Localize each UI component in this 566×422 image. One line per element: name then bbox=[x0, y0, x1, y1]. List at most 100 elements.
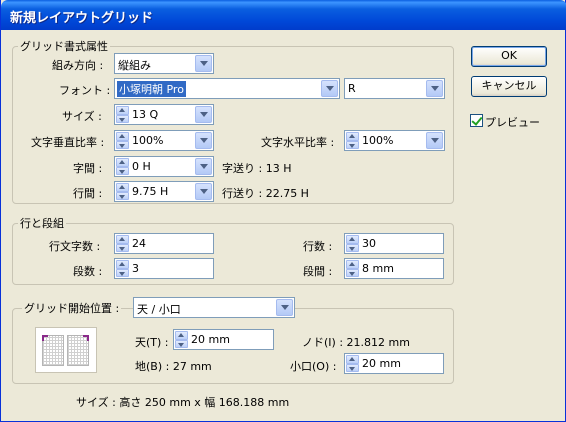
ok-button[interactable]: OK bbox=[471, 46, 547, 67]
start-position-label: グリッド開始位置 : bbox=[22, 300, 122, 316]
preview-checkbox[interactable] bbox=[470, 114, 483, 127]
chevron-down-icon[interactable] bbox=[195, 183, 212, 200]
left-page-preview bbox=[42, 335, 64, 366]
chars-per-line-spin-buttons[interactable] bbox=[116, 235, 129, 252]
size-summary-text: サイズ : 高さ 250 mm x 幅 168.188 mm bbox=[76, 396, 290, 409]
direction-select[interactable]: 縦組み bbox=[114, 53, 214, 74]
spin-down-icon[interactable] bbox=[116, 140, 129, 149]
line-space-spin-buttons[interactable] bbox=[116, 183, 129, 200]
char-space-value[interactable]: 0 H bbox=[132, 160, 151, 173]
spin-down-icon[interactable] bbox=[116, 166, 129, 175]
top-margin-value[interactable]: 20 mm bbox=[191, 333, 230, 346]
size-value[interactable]: 13 Q bbox=[132, 108, 158, 121]
line-pitch-text: 行送り : 22.75 H bbox=[222, 187, 309, 200]
spin-down-icon[interactable] bbox=[346, 243, 359, 252]
lines-value[interactable]: 30 bbox=[362, 237, 376, 250]
vertical-scale-stepper[interactable]: 100% bbox=[114, 130, 214, 151]
gutter-spin-buttons[interactable] bbox=[346, 260, 359, 277]
spin-down-icon[interactable] bbox=[346, 363, 359, 372]
font-family-select[interactable]: 小塚明朝 Pro bbox=[114, 78, 340, 99]
font-family-value[interactable]: 小塚明朝 Pro bbox=[117, 81, 186, 97]
size-stepper[interactable]: 13 Q bbox=[114, 104, 214, 125]
char-pitch-text: 字送り : 13 H bbox=[222, 162, 292, 175]
lines-spin-buttons[interactable] bbox=[346, 235, 359, 252]
font-style-select[interactable]: R bbox=[344, 78, 445, 99]
chars-per-line-label: 行文字数 : bbox=[49, 240, 101, 253]
chevron-down-icon[interactable] bbox=[276, 299, 293, 316]
chars-per-line-stepper[interactable]: 24 bbox=[114, 233, 214, 254]
outside-margin-spin-buttons[interactable] bbox=[346, 355, 359, 372]
gutter-value[interactable]: 8 mm bbox=[362, 262, 394, 275]
top-margin-spin-buttons[interactable] bbox=[175, 331, 188, 348]
top-margin-stepper[interactable]: 20 mm bbox=[173, 329, 274, 350]
spin-down-icon[interactable] bbox=[116, 191, 129, 200]
outside-margin-label: 小口(O) : bbox=[290, 360, 337, 373]
spin-up-icon[interactable] bbox=[116, 235, 129, 244]
vertical-scale-value[interactable]: 100% bbox=[132, 134, 163, 147]
spin-down-icon[interactable] bbox=[346, 268, 359, 277]
gutter-label: 段間 : bbox=[303, 265, 333, 278]
start-position-select[interactable]: 天 / 小口 bbox=[133, 297, 295, 318]
size-label: サイズ : bbox=[62, 110, 102, 123]
spin-down-icon[interactable] bbox=[346, 140, 359, 149]
vertical-scale-label: 文字垂直比率 : bbox=[31, 136, 105, 149]
start-position-value: 天 / 小口 bbox=[137, 303, 181, 316]
line-space-stepper[interactable]: 9.75 H bbox=[114, 181, 214, 202]
cancel-button[interactable]: キャンセル bbox=[471, 76, 547, 97]
outside-margin-stepper[interactable]: 20 mm bbox=[344, 353, 444, 374]
spin-down-icon[interactable] bbox=[116, 114, 129, 123]
size-spin-buttons[interactable] bbox=[116, 106, 129, 123]
direction-label: 組み方向 : bbox=[52, 59, 104, 72]
char-space-spin-buttons[interactable] bbox=[116, 158, 129, 175]
char-space-stepper[interactable]: 0 H bbox=[114, 156, 214, 177]
spin-down-icon[interactable] bbox=[116, 268, 129, 277]
line-space-value[interactable]: 9.75 H bbox=[132, 185, 168, 198]
lines-stepper[interactable]: 30 bbox=[344, 233, 444, 254]
preview-label[interactable]: プレビュー bbox=[485, 114, 540, 130]
horizontal-scale-value[interactable]: 100% bbox=[362, 134, 393, 147]
dialog-title: 新規レイアウトグリッド bbox=[10, 11, 154, 26]
spin-up-icon[interactable] bbox=[116, 132, 129, 141]
start-corner-mark bbox=[42, 335, 48, 341]
chevron-down-icon[interactable] bbox=[195, 55, 212, 72]
spin-up-icon[interactable] bbox=[346, 132, 359, 141]
lines-label: 行数 : bbox=[303, 240, 333, 253]
title-bar[interactable]: 新規レイアウトグリッド bbox=[1, 0, 566, 30]
chevron-down-icon[interactable] bbox=[426, 80, 443, 97]
spin-up-icon[interactable] bbox=[116, 183, 129, 192]
font-label: フォント : bbox=[59, 84, 111, 97]
gutter-stepper[interactable]: 8 mm bbox=[344, 258, 444, 279]
chevron-down-icon[interactable] bbox=[195, 132, 212, 149]
chevron-down-icon[interactable] bbox=[426, 132, 443, 149]
horizontal-scale-stepper[interactable]: 100% bbox=[344, 130, 445, 151]
spin-down-icon[interactable] bbox=[175, 339, 188, 348]
vertical-scale-spin-buttons[interactable] bbox=[116, 132, 129, 149]
direction-value: 縦組み bbox=[118, 59, 151, 72]
columns-value[interactable]: 3 bbox=[132, 262, 139, 275]
spin-down-icon[interactable] bbox=[116, 243, 129, 252]
chevron-down-icon[interactable] bbox=[321, 80, 338, 97]
chevron-down-icon[interactable] bbox=[195, 106, 212, 123]
spin-up-icon[interactable] bbox=[346, 355, 359, 364]
spin-up-icon[interactable] bbox=[175, 331, 188, 340]
spin-up-icon[interactable] bbox=[116, 106, 129, 115]
lines-columns-group-label: 行と段組 bbox=[18, 215, 66, 231]
spin-up-icon[interactable] bbox=[346, 260, 359, 269]
chevron-down-icon[interactable] bbox=[195, 158, 212, 175]
columns-label: 段数 : bbox=[73, 265, 103, 278]
spin-up-icon[interactable] bbox=[116, 260, 129, 269]
grid-attributes-group-label: グリッド書式属性 bbox=[18, 38, 110, 54]
chars-per-line-value[interactable]: 24 bbox=[132, 237, 146, 250]
spin-up-icon[interactable] bbox=[346, 235, 359, 244]
dialog-window: 新規レイアウトグリッド グリッド書式属性 組み方向 : 縦組み フォント : 小… bbox=[0, 0, 566, 422]
horizontal-scale-label: 文字水平比率 : bbox=[261, 136, 335, 149]
outside-margin-value[interactable]: 20 mm bbox=[362, 357, 401, 370]
line-space-label: 行間 : bbox=[73, 187, 103, 200]
char-space-label: 字間 : bbox=[73, 162, 103, 175]
columns-spin-buttons[interactable] bbox=[116, 260, 129, 277]
inside-margin-text: ノド(I) : 21.812 mm bbox=[302, 336, 410, 349]
spin-up-icon[interactable] bbox=[116, 158, 129, 167]
horizontal-scale-spin-buttons[interactable] bbox=[346, 132, 359, 149]
top-margin-label: 天(T) : bbox=[135, 336, 169, 349]
columns-stepper[interactable]: 3 bbox=[114, 258, 214, 279]
